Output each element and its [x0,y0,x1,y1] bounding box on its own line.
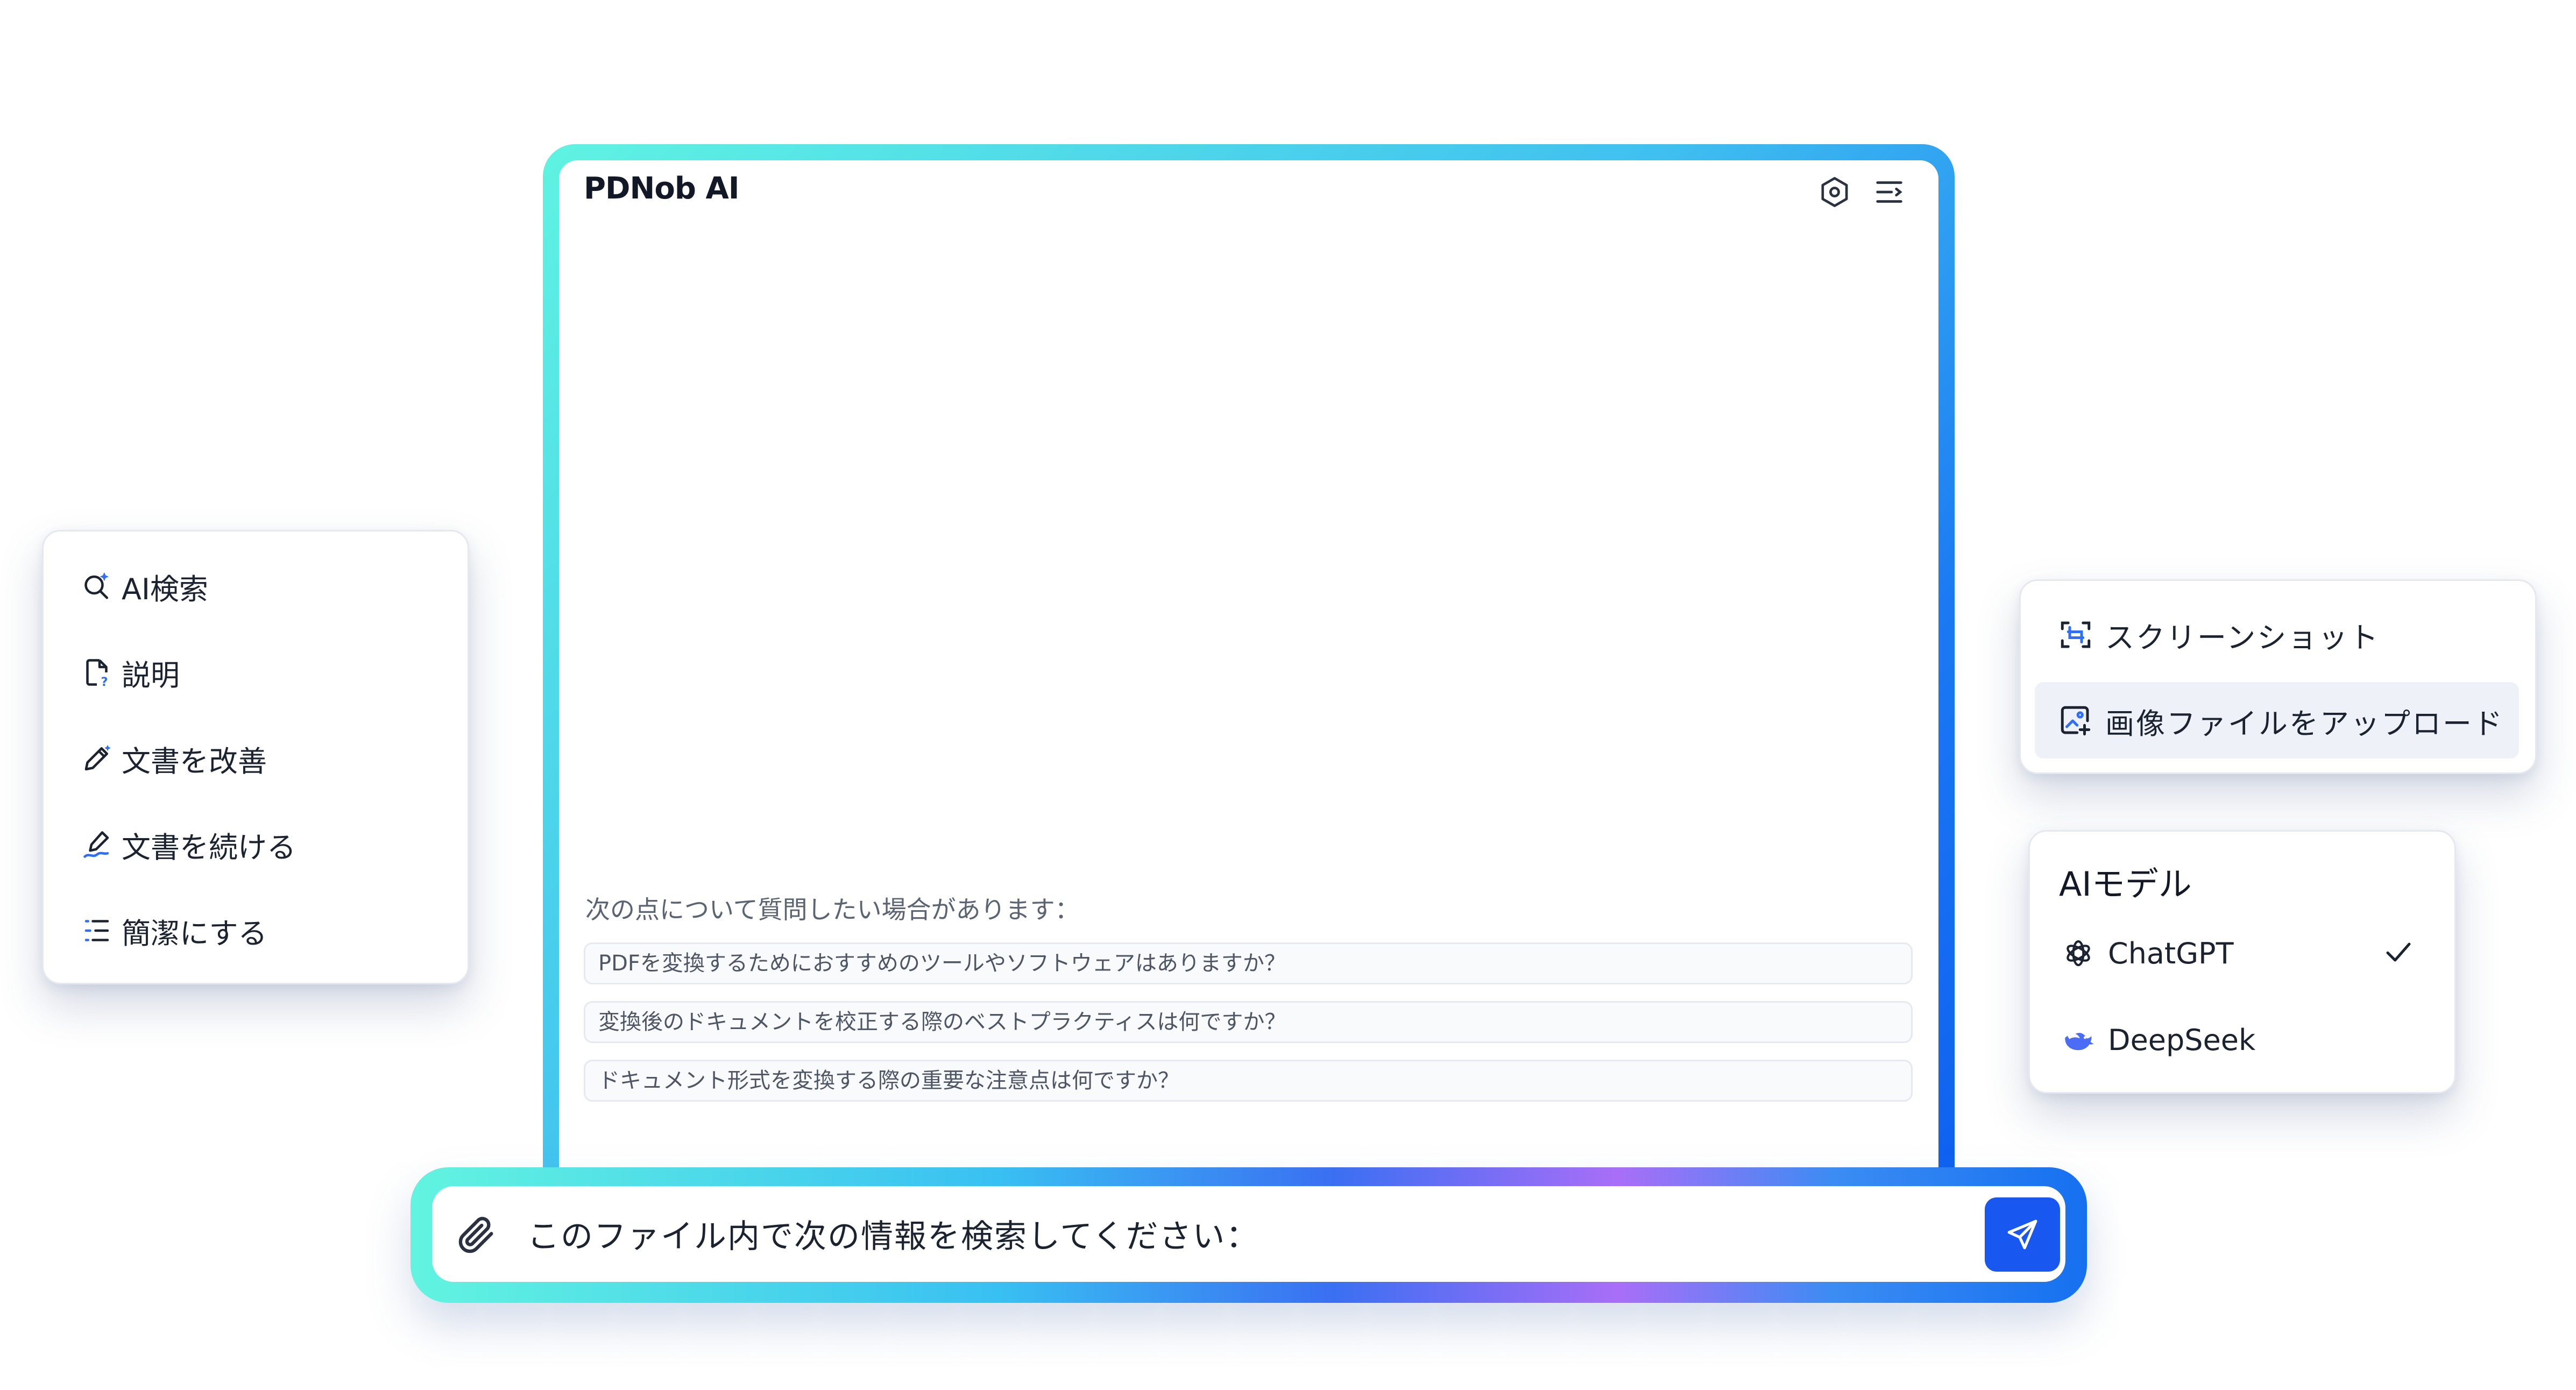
deepseek-icon [2065,1033,2094,1051]
menu-item-label: 文書を続ける [122,830,296,864]
continue-writing-icon [83,831,109,858]
model-item-label: ChatGPT [2108,936,2234,970]
menu-item-improve[interactable]: 文書を改善 [81,737,425,780]
ai-search-icon [84,572,109,599]
svg-text:?: ? [101,675,108,689]
model-menu-title: AIモデル [2059,864,2192,904]
sidebar-menu-icon[interactable] [1871,173,1909,211]
send-button[interactable] [1985,1197,2060,1272]
model-item-label: DeepSeek [2108,1023,2256,1057]
suggestions-heading: 次の点について質問したい場合があります： [585,895,1080,924]
paperclip-icon[interactable] [455,1213,498,1256]
suggestion-chip[interactable]: 変換後のドキュメントを校正する際のベストプラクティスは何ですか？ [584,1001,1913,1043]
menu-item-ai-search[interactable]: AI検索 [81,565,425,608]
menu-item-label: 画像ファイルをアップロード [2105,706,2504,741]
menu-item-label: AI検索 [122,572,208,606]
summarize-list-icon [84,920,109,941]
menu-item-upload-image[interactable]: 画像ファイルをアップロード [2058,699,2504,742]
check-icon [2386,942,2411,962]
settings-icon[interactable] [1816,173,1853,211]
model-item-deepseek[interactable]: DeepSeek [2061,1018,2255,1061]
suggestion-chip[interactable]: PDFを変換するためにおすすめのツールやソフトウェアはありますか？ [584,942,1913,984]
menu-item-label: スクリーンショット [2105,620,2380,655]
menu-item-label: 説明 [122,658,180,692]
suggestion-chip[interactable]: ドキュメント形式を変換する際の重要な注意点は何ですか？ [584,1060,1913,1102]
image-upload-icon [2061,706,2091,736]
menu-item-summarize[interactable]: 簡潔にする [81,909,425,952]
menu-item-screenshot[interactable]: スクリーンショット [2058,613,2380,656]
menu-item-continue[interactable]: 文書を続ける [81,823,425,866]
explain-document-icon: ? [86,659,108,689]
chatgpt-icon [2067,940,2090,967]
pen-improve-icon [84,745,110,771]
menu-item-label: 簡潔にする [122,916,267,951]
chat-input-text[interactable]: このファイル内で次の情報を検索してください： [527,1210,1259,1257]
screenshot-icon [2061,621,2091,648]
model-item-chatgpt[interactable]: ChatGPT [2061,932,2234,975]
app-title: PDNob AI [584,171,740,206]
menu-item-label: 文書を改善 [122,744,267,778]
menu-item-explain[interactable]: ? 説明 [81,651,425,694]
chat-window [559,160,1938,1204]
send-icon [2007,1219,2037,1250]
